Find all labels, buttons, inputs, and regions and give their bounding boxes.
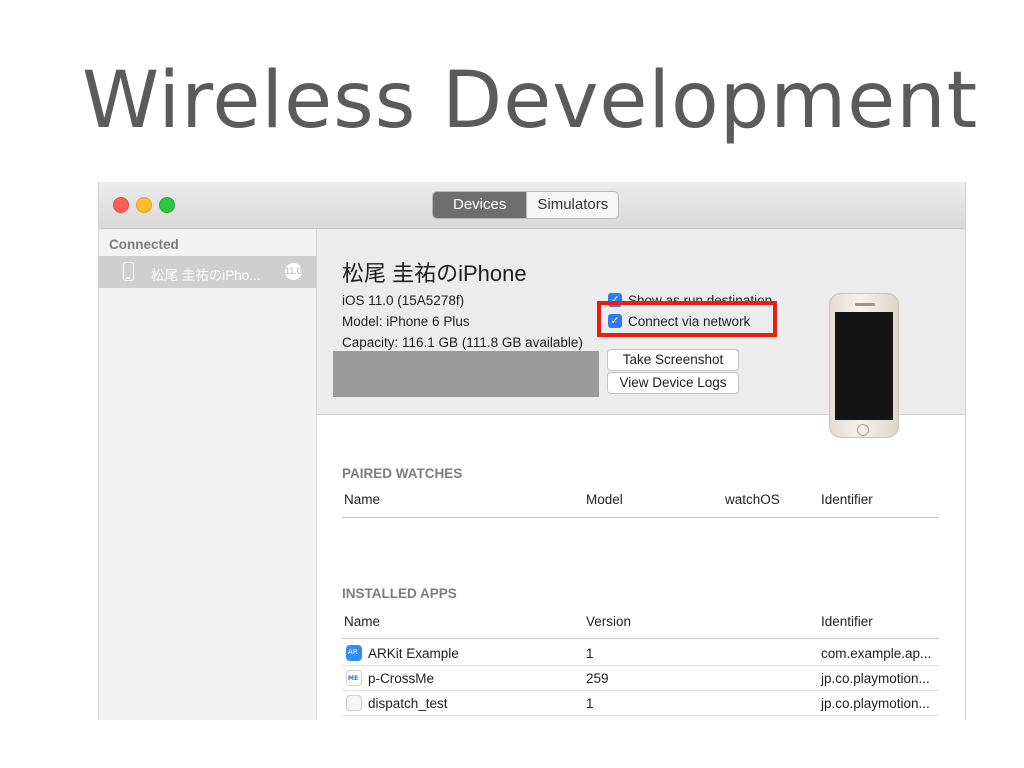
redacted-area — [333, 351, 599, 397]
blank-app-icon — [346, 695, 362, 711]
app-version: 1 — [586, 646, 594, 661]
watches-col-model[interactable]: Model — [586, 492, 623, 507]
row-divider — [342, 715, 939, 716]
row-divider — [342, 690, 939, 691]
device-name: 松尾 圭祐のiPhone — [342, 261, 527, 286]
app-identifier: com.example.ap... — [821, 646, 932, 661]
zoom-window-button[interactable] — [159, 197, 175, 213]
tab-devices[interactable]: Devices — [433, 192, 527, 218]
sidebar-heading: Connected — [109, 237, 179, 252]
tab-simulators[interactable]: Simulators — [526, 192, 618, 218]
view-device-logs-button[interactable]: View Device Logs — [607, 372, 739, 394]
device-detail-header: 松尾 圭祐のiPhone iOS 11.0 (15A5278f) Model: … — [317, 229, 965, 438]
devices-simulators-switcher: Devices Simulators — [432, 191, 620, 219]
take-screenshot-button[interactable]: Take Screenshot — [607, 349, 739, 371]
slide-title: Wireless Development — [82, 56, 979, 146]
apps-col-name[interactable]: Name — [344, 614, 380, 629]
sidebar-item-iphone[interactable]: 松尾 圭祐のiPho... 11.0 — [99, 256, 316, 288]
minimize-window-button[interactable] — [136, 197, 152, 213]
iphone-screen — [835, 312, 893, 420]
device-sidebar: Connected 松尾 圭祐のiPho... 11.0 — [99, 229, 317, 720]
row-divider — [342, 665, 939, 666]
watches-col-name[interactable]: Name — [344, 492, 380, 507]
apps-col-version[interactable]: Version — [586, 614, 631, 629]
iphone-device-image — [829, 293, 899, 438]
iphone-home-button — [857, 424, 869, 436]
app-name: dispatch_test — [368, 696, 448, 711]
annotation-highlight-box — [597, 301, 777, 337]
watches-col-watchos[interactable]: watchOS — [725, 492, 780, 507]
app-version: 1 — [586, 696, 594, 711]
app-name: p-CrossMe — [368, 671, 435, 686]
device-capacity: Capacity: 116.1 GB (111.8 GB available) — [342, 335, 583, 350]
apps-header-divider — [342, 638, 939, 639]
crossme-app-icon — [346, 670, 362, 686]
app-identifier: jp.co.playmotion... — [821, 671, 930, 686]
os-version-badge: 11.0 — [285, 263, 302, 280]
app-identifier: jp.co.playmotion... — [821, 696, 930, 711]
sidebar-item-label: 松尾 圭祐のiPho... — [151, 268, 261, 283]
devices-window: Devices Simulators Connected 松尾 圭祐のiPho.… — [98, 182, 966, 720]
arkit-app-icon — [346, 645, 362, 661]
device-model: Model: iPhone 6 Plus — [342, 314, 470, 329]
window-titlebar: Devices Simulators — [99, 182, 965, 229]
watches-col-identifier[interactable]: Identifier — [821, 492, 873, 507]
app-version: 259 — [586, 671, 609, 686]
iphone-earpiece — [855, 303, 875, 306]
watches-header-divider — [342, 517, 939, 518]
close-window-button[interactable] — [113, 197, 129, 213]
app-name: ARKit Example — [368, 646, 459, 661]
apps-col-identifier[interactable]: Identifier — [821, 614, 873, 629]
installed-apps-title: INSTALLED APPS — [342, 586, 457, 601]
paired-watches-title: PAIRED WATCHES — [342, 466, 463, 481]
iphone-icon — [123, 262, 134, 281]
device-os-version: iOS 11.0 (15A5278f) — [342, 293, 465, 308]
